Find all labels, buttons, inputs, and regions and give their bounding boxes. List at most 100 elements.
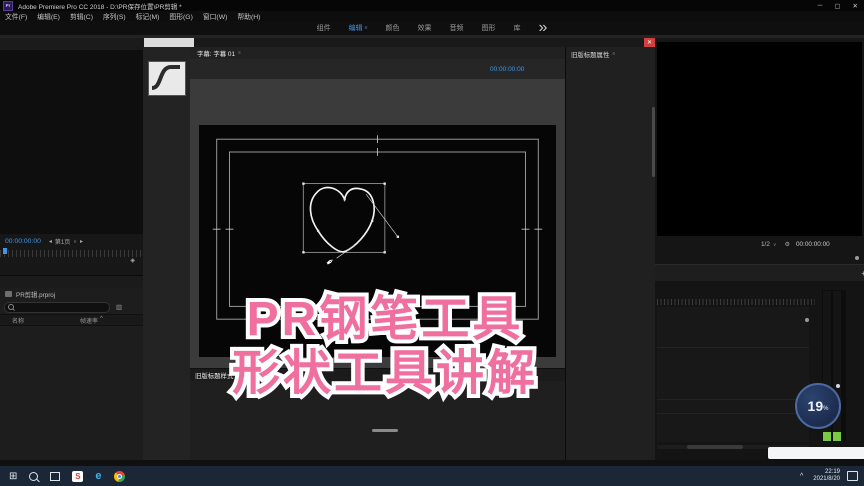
window-titlebar: Pr Adobe Premiere Pro CC 2018 - D:\PR保存位… [0, 0, 864, 11]
marker-icon[interactable]: ◈ [130, 257, 135, 264]
workspace-tab-库[interactable]: 库 [514, 23, 521, 33]
next-page-icon[interactable]: ▸ [80, 238, 83, 245]
chevron-down-icon: ∨ [73, 238, 77, 245]
program-timecode[interactable]: 00:00:00:00 [796, 241, 830, 248]
styles-tab-bar: 旧版标题样式 ≡ [190, 369, 565, 381]
source-timecode[interactable]: 00:00:00:00 [5, 238, 41, 245]
bezier-handle-line [365, 194, 398, 237]
system-tray: ^ [800, 473, 805, 480]
workspace-tab-图形[interactable]: 图形 [482, 23, 496, 33]
start-button[interactable]: ⊞ [9, 471, 17, 482]
tab-title-editor[interactable]: 字幕: 字幕 01 [197, 49, 235, 58]
timeline-ruler[interactable] [657, 299, 815, 305]
legacy-title-styles-panel: 旧版标题样式 ≡ [190, 368, 565, 461]
titler-toolbar: 00:00:00:00 [190, 59, 565, 80]
column-framerate[interactable]: 帧速率 ^ [80, 316, 103, 325]
legacy-title-window-titlebar[interactable] [143, 38, 655, 47]
title-tools-panel [143, 47, 191, 460]
menu-bar: 文件(F) 编辑(E) 剪辑(C) 序列(S) 标记(M) 图形(G) 窗口(W) 帮助(H) [0, 11, 864, 21]
titler-tab-bar: 字幕: 字幕 01 ≡ [190, 47, 565, 59]
project-panel-tabs [0, 276, 143, 288]
close-icon[interactable]: ✕ [853, 2, 858, 10]
title-tools-grid [143, 47, 190, 53]
legacy-title-window-highlight [144, 38, 194, 47]
titler-timecode[interactable]: 00:00:00:00 [490, 66, 524, 73]
prev-page-icon[interactable]: ◂ [49, 238, 52, 245]
column-name[interactable]: 名称 [12, 316, 24, 325]
source-mini-timeline[interactable] [0, 250, 143, 257]
recorder-ball-dot [836, 384, 840, 388]
settings-wrench-icon[interactable]: ⚙ [785, 241, 790, 248]
timeline-panel [655, 282, 864, 460]
chevron-down-icon: ∨ [772, 241, 777, 248]
titler-canvas-area: ✒ [190, 79, 565, 368]
project-panel: PR剪辑.prproj ▥ 名称 帧速率 ^ [0, 275, 144, 461]
menu-item-2[interactable]: 剪辑(C) [70, 11, 93, 21]
menu-item-1[interactable]: 编辑(E) [37, 11, 60, 21]
menu-item-4[interactable]: 标记(M) [136, 11, 160, 21]
titler-panel: 字幕: 字幕 01 ≡ 00:00:00:00 ✒ [190, 47, 565, 368]
panel-menu-icon[interactable]: ≡ [365, 25, 368, 31]
search-input[interactable] [14, 303, 104, 311]
workspace-tab-编辑[interactable]: 编辑 ≡ [349, 23, 368, 33]
chrome-icon[interactable] [113, 470, 125, 482]
task-view-icon[interactable] [50, 471, 61, 481]
maximize-icon[interactable]: ▢ [834, 2, 840, 10]
program-monitor-screen[interactable] [657, 42, 862, 236]
pinned-app-icon[interactable]: S [72, 470, 84, 482]
current-style-preview[interactable] [148, 61, 186, 96]
search-box[interactable] [4, 301, 110, 313]
menu-item-7[interactable]: 帮助(H) [237, 11, 260, 21]
menu-item-3[interactable]: 序列(S) [103, 11, 126, 21]
legacy-title-properties-panel: 旧版标题属性 ≡ [565, 47, 656, 460]
source-monitor-controls: 00:00:00:00 ◂ 第1页 ∨ ▸ [0, 234, 143, 249]
sort-up-icon: ^ [100, 315, 103, 322]
search-icon [8, 304, 14, 310]
source-monitor-panel: 00:00:00:00 ◂ 第1页 ∨ ▸ ◈ [0, 38, 144, 275]
panel-menu-icon[interactable]: ≡ [240, 372, 243, 378]
menu-item-0[interactable]: 文件(F) [5, 11, 27, 21]
workspace-tab-效果[interactable]: 效果 [418, 23, 432, 33]
monitor-scroll-knob[interactable] [855, 256, 859, 260]
workspace-tab-组件[interactable]: 组件 [317, 23, 331, 33]
styles-scrollbar[interactable] [372, 429, 398, 432]
workspace-tab-颜色[interactable]: 颜色 [386, 23, 400, 33]
taskbar-search-icon[interactable] [29, 471, 39, 481]
title-canvas-svg: ✒ [212, 135, 543, 324]
workspace-bar: 组件 编辑 ≡ 颜色 效果 音频 图形库» [0, 19, 864, 36]
ime-toolbar [768, 447, 864, 459]
workspace-tab-音频[interactable]: 音频 [450, 23, 464, 33]
style-preview-curve [151, 65, 180, 90]
tab-legacy-title-styles[interactable]: 旧版标题样式 [195, 371, 233, 380]
track-scroll-knob[interactable] [805, 318, 809, 322]
playback-resolution-select[interactable]: 1/2 ∨ [761, 241, 777, 248]
panel-menu-icon[interactable]: ≡ [612, 51, 615, 57]
page-select[interactable]: 第1页 [55, 237, 70, 246]
title-drawing-stage[interactable]: ✒ [199, 125, 556, 357]
recorder-float-ball[interactable]: 19% [795, 383, 841, 429]
source-panel-tabs [0, 38, 143, 50]
tab-legacy-title-properties[interactable]: 旧版标题属性 [571, 50, 609, 59]
source-monitor-screen[interactable] [0, 50, 143, 234]
project-search-row: ▥ [0, 300, 143, 314]
timeline-ruler-labels [657, 290, 815, 298]
pen-cursor-icon: ✒ [324, 256, 337, 270]
source-playhead[interactable] [3, 248, 7, 254]
minimize-icon[interactable]: ─ [818, 2, 823, 10]
edge-icon[interactable]: e [95, 470, 101, 482]
program-monitor-bar: 1/2 ∨ ⚙ 00:00:00:00 [655, 238, 864, 251]
window-title: Adobe Premiere Pro CC 2018 - D:\PR保存位置\P… [18, 3, 182, 11]
menu-item-5[interactable]: 图形(G) [169, 11, 192, 21]
menu-item-6[interactable]: 窗口(W) [203, 11, 228, 21]
filter-bin-icon[interactable]: ▥ [116, 303, 122, 311]
notification-center-icon[interactable] [847, 471, 858, 481]
tray-chevron-icon[interactable]: ^ [800, 473, 803, 480]
taskbar-clock[interactable]: 22:19 2021/8/20 [813, 469, 840, 483]
timeline-tracks[interactable] [657, 307, 809, 442]
legacy-title-close-button[interactable]: ✕ [644, 38, 655, 47]
project-bin-row[interactable]: PR剪辑.prproj [0, 288, 143, 300]
panel-menu-icon[interactable]: ≡ [238, 50, 241, 56]
style-swatch-grid [190, 381, 565, 383]
properties-tab-bar: 旧版标题属性 ≡ [566, 47, 656, 61]
audio-meter-scale [846, 290, 862, 440]
